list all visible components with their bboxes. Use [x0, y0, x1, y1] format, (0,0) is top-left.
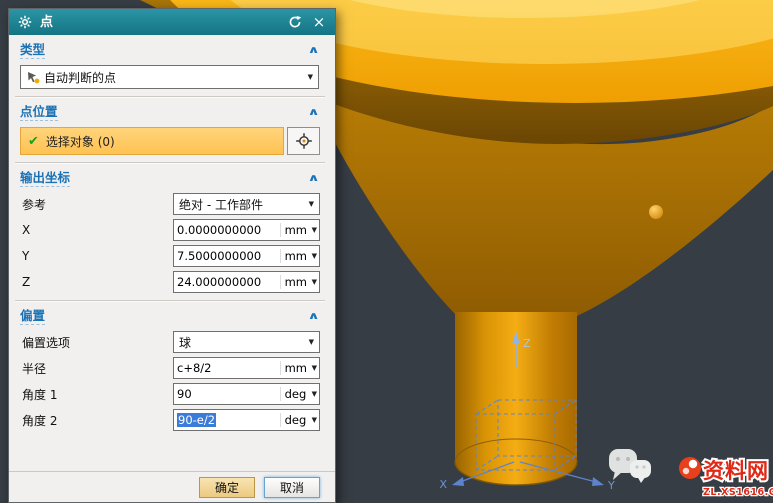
chevron-down-icon[interactable]: ▼	[307, 200, 316, 208]
z-axis-label: Z	[523, 337, 531, 350]
radius-row: 半径 c+8/2 mm ▼	[20, 357, 320, 379]
chevron-down-icon[interactable]: ▼	[310, 364, 319, 372]
angle2-unit[interactable]: deg	[280, 413, 310, 427]
watermark-logo-icon	[679, 457, 701, 479]
offset-option-combo[interactable]: 球 ▼	[173, 331, 320, 353]
y-unit[interactable]: mm	[280, 249, 310, 263]
chevron-up-icon[interactable]: ∧	[307, 107, 322, 118]
z-value-field[interactable]: 24.000000000	[174, 275, 280, 289]
angle1-input-group: 90 deg ▼	[173, 383, 320, 405]
angle2-row: 角度 2 90-e/2 deg ▼	[20, 409, 320, 431]
chevron-down-icon[interactable]: ▼	[310, 278, 319, 286]
check-icon: ✔	[28, 134, 39, 149]
point-type-value: 自动判断的点	[44, 69, 302, 86]
y-label: Y	[20, 249, 173, 263]
chevron-down-icon[interactable]: ▼	[306, 73, 315, 81]
section-label-offset: 偏置	[20, 308, 45, 325]
angle2-selected-text[interactable]: 90-e/2	[177, 413, 216, 427]
y-value-field[interactable]: 7.5000000000	[174, 249, 280, 263]
section-header-output-coords[interactable]: 输出坐标 ∧	[20, 168, 320, 189]
section-header-type[interactable]: 类型 ∧	[20, 40, 320, 61]
gear-icon[interactable]	[16, 13, 34, 31]
dialog-title: 点	[40, 16, 280, 29]
reference-combo[interactable]: 绝对 - 工作部件 ▼	[173, 193, 320, 215]
chevron-down-icon[interactable]: ▼	[307, 338, 316, 346]
x-input-group: 0.0000000000 mm ▼	[173, 219, 320, 241]
watermark-site-name: 资料网	[703, 459, 769, 483]
dialog-titlebar[interactable]: 点 ×	[9, 9, 335, 35]
angle2-input-group: 90-e/2 deg ▼	[173, 409, 320, 431]
x-value-field[interactable]: 0.0000000000	[174, 223, 280, 237]
radius-label: 半径	[20, 360, 173, 377]
x-label: X	[20, 223, 173, 237]
reset-icon[interactable]	[286, 13, 304, 31]
angle1-row: 角度 1 90 deg ▼	[20, 383, 320, 405]
point-dialog-button[interactable]	[287, 127, 320, 155]
radius-input-group: c+8/2 mm ▼	[173, 357, 320, 379]
y-axis-label: Y	[607, 479, 615, 492]
offset-option-label: 偏置选项	[20, 334, 173, 351]
section-label-type: 类型	[20, 42, 45, 59]
x-unit[interactable]: mm	[280, 223, 310, 237]
angle1-label: 角度 1	[20, 386, 173, 403]
y-coordinate-row: Y 7.5000000000 mm ▼	[20, 245, 320, 267]
section-label-output-coords: 输出坐标	[20, 170, 70, 187]
dialog-body: 类型 ∧ 自动判断的点 ▼ 点位置 ∧	[9, 35, 335, 471]
chevron-up-icon[interactable]: ∧	[307, 45, 322, 56]
chevron-down-icon[interactable]: ▼	[310, 390, 319, 398]
z-input-group: 24.000000000 mm ▼	[173, 271, 320, 293]
z-coordinate-row: Z 24.000000000 mm ▼	[20, 271, 320, 293]
chevron-up-icon[interactable]: ∧	[307, 311, 322, 322]
section-header-offset[interactable]: 偏置 ∧	[20, 306, 320, 327]
close-icon[interactable]: ×	[310, 13, 328, 31]
crosshair-icon	[295, 132, 313, 150]
angle1-value-field[interactable]: 90	[174, 387, 280, 401]
dialog-footer: 确定 取消	[9, 471, 335, 502]
chevron-up-icon[interactable]: ∧	[307, 173, 322, 184]
model-point-sphere	[649, 205, 663, 219]
separator	[15, 162, 325, 164]
z-label: Z	[20, 275, 173, 289]
inferred-point-icon	[26, 70, 40, 84]
separator	[15, 300, 325, 302]
y-input-group: 7.5000000000 mm ▼	[173, 245, 320, 267]
angle1-unit[interactable]: deg	[280, 387, 310, 401]
offset-option-row: 偏置选项 球 ▼	[20, 331, 320, 353]
watermark-url: ZL.XS1616.COM	[703, 487, 773, 498]
angle2-label: 角度 2	[20, 412, 173, 429]
separator	[15, 96, 325, 98]
select-object-field[interactable]: ✔ 选择对象 (0)	[20, 127, 284, 155]
chevron-down-icon[interactable]: ▼	[310, 416, 319, 424]
offset-option-value: 球	[179, 334, 303, 351]
z-unit[interactable]: mm	[280, 275, 310, 289]
angle2-value-field[interactable]: 90-e/2	[174, 413, 280, 427]
cancel-button[interactable]: 取消	[264, 477, 320, 498]
reference-label: 参考	[20, 196, 173, 213]
select-object-row: ✔ 选择对象 (0)	[20, 127, 320, 155]
point-type-combo[interactable]: 自动判断的点 ▼	[20, 65, 319, 89]
radius-unit[interactable]: mm	[280, 361, 310, 375]
ok-button[interactable]: 确定	[199, 477, 255, 498]
chevron-down-icon[interactable]: ▼	[310, 252, 319, 260]
select-object-label: 选择对象 (0)	[46, 133, 115, 150]
section-header-point-location[interactable]: 点位置 ∧	[20, 102, 320, 123]
section-label-point-location: 点位置	[20, 104, 58, 121]
radius-value-field[interactable]: c+8/2	[174, 361, 280, 375]
point-dialog: 点 × 类型 ∧ 自	[8, 8, 336, 503]
reference-value: 绝对 - 工作部件	[179, 196, 303, 213]
x-axis-label: X	[439, 478, 447, 491]
reference-row: 参考 绝对 - 工作部件 ▼	[20, 193, 320, 215]
chevron-down-icon[interactable]: ▼	[310, 226, 319, 234]
x-coordinate-row: X 0.0000000000 mm ▼	[20, 219, 320, 241]
